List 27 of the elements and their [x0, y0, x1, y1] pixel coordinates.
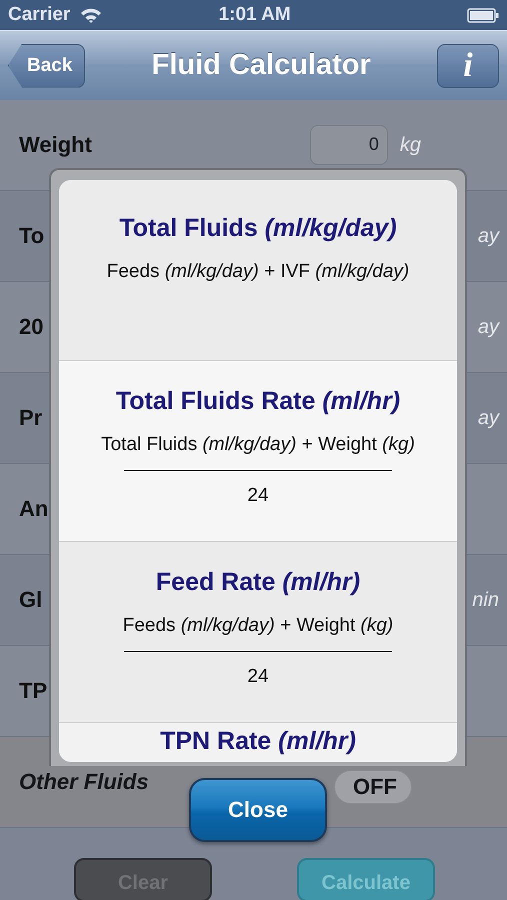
toggle-switch[interactable]: OFF [334, 770, 412, 804]
carrier-label: Carrier [8, 4, 70, 26]
formula-denominator: 24 [247, 485, 269, 507]
unit-label: ay [478, 406, 499, 430]
field-label: Weight [19, 132, 92, 158]
status-time: 1:01 AM [218, 4, 292, 26]
formula-denominator: 24 [247, 666, 269, 688]
unit-label: ay [478, 224, 499, 248]
screen-title: Fluid Calculator [150, 49, 372, 82]
wifi-icon [80, 7, 102, 23]
field-label: Gl [19, 587, 42, 613]
unit-label: ay [478, 316, 499, 338]
field-label: TP [19, 678, 48, 704]
field-label: To [19, 223, 44, 249]
battery-icon [467, 8, 499, 22]
formula-text: Feeds (ml/kg/day) + IVF (ml/kg/day) [106, 261, 410, 283]
close-button[interactable]: Close [189, 778, 327, 842]
field-label: 20 [19, 314, 44, 340]
info-button[interactable]: i [437, 44, 499, 88]
back-button[interactable]: Back [8, 44, 86, 88]
field-label: Pr [19, 405, 42, 431]
unit-label: nin [472, 588, 499, 612]
weight-field[interactable]: 0 [310, 125, 388, 165]
unit-label: kg [400, 134, 421, 156]
field-label: An [19, 496, 48, 522]
formula-numerator: Total Fluids (ml/kg/day) + Weight (kg) [101, 434, 415, 456]
formula-numerator: Feeds (ml/kg/day) + Weight (kg) [122, 615, 394, 637]
